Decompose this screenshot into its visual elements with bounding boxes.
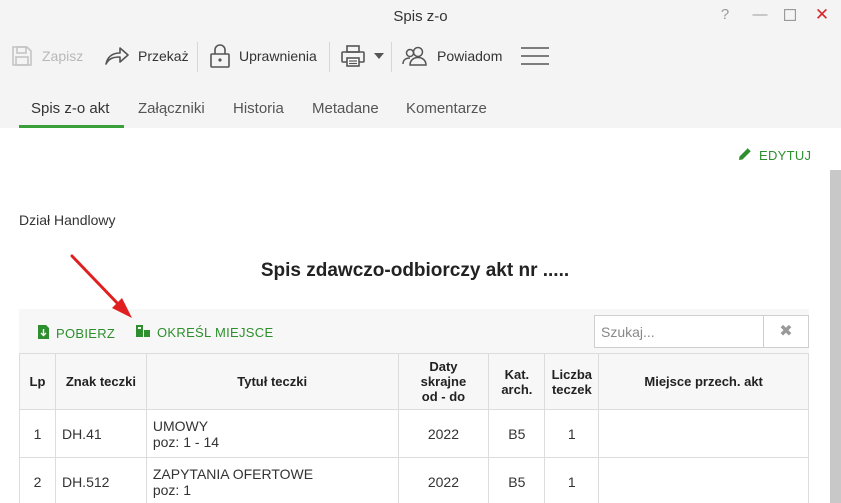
cell-place	[598, 457, 809, 503]
cell-place	[598, 409, 809, 458]
cell-title: UMOWY poz: 1 - 14	[145, 409, 399, 458]
print-dropdown-button[interactable]	[340, 42, 384, 70]
column-header-count[interactable]: Liczba teczek	[544, 353, 600, 410]
table-row[interactable]: 1 DH.41 UMOWY poz: 1 - 14 2022 B5 1	[19, 409, 809, 458]
chevron-down-icon	[374, 52, 384, 60]
toolbar: Zapisz Przekaż Uprawnienia Powiadom	[0, 32, 841, 80]
cell-sign: DH.41	[54, 409, 147, 458]
folder-positions: poz: 1 - 14	[152, 433, 220, 450]
toolbar-separator	[197, 42, 198, 72]
location-icon	[135, 324, 151, 341]
forward-button[interactable]: Przekaż	[104, 42, 189, 70]
search-input[interactable]	[595, 316, 755, 347]
count-header-line: teczek	[551, 381, 592, 397]
set-location-button[interactable]: OKREŚL MIEJSCE	[135, 324, 273, 341]
cell-dates: 2022	[397, 457, 490, 503]
department-name: Dział Handlowy	[19, 212, 116, 228]
dates-header-line: Daty	[429, 359, 458, 374]
tab-spis[interactable]: Spis z-o akt	[31, 100, 109, 117]
cell-dates: 2022	[397, 409, 490, 458]
pencil-icon	[737, 146, 753, 165]
column-header-sign[interactable]: Znak teczki	[54, 353, 147, 410]
table-row[interactable]: 2 DH.512 ZAPYTANIA OFERTOWE poz: 1 2022 …	[19, 457, 809, 503]
permissions-label: Uprawnienia	[239, 48, 317, 64]
column-header-category[interactable]: Kat. arch.	[488, 353, 546, 410]
menu-button[interactable]	[521, 42, 549, 70]
folder-positions: poz: 1	[152, 481, 191, 498]
printer-icon	[340, 44, 366, 68]
cell-count: 1	[544, 457, 600, 503]
search-box	[594, 315, 764, 348]
download-button[interactable]: POBIERZ	[37, 324, 115, 343]
edit-label: EDYTUJ	[759, 148, 812, 163]
download-label: POBIERZ	[56, 326, 116, 341]
cell-title: ZAPYTANIA OFERTOWE poz: 1	[145, 457, 399, 503]
cell-sign: DH.512	[54, 457, 147, 503]
tab-metadata[interactable]: Metadane	[312, 100, 379, 117]
save-button[interactable]: Zapisz	[10, 42, 83, 70]
hamburger-menu-icon	[521, 46, 549, 66]
tab-attachments[interactable]: Załączniki	[138, 100, 205, 117]
cell-lp: 1	[19, 409, 56, 458]
save-label: Zapisz	[42, 48, 84, 64]
document-title: Spis zdawczo-odbiorczy akt nr .....	[260, 260, 570, 281]
vertical-scrollbar[interactable]	[830, 170, 841, 503]
forward-icon	[104, 45, 130, 67]
title-bar: Spis z-o ? — ✕	[0, 0, 841, 32]
category-header-line: arch.	[501, 381, 533, 397]
notify-button[interactable]: Powiadom	[401, 42, 502, 70]
column-header-place[interactable]: Miejsce przech. akt	[598, 353, 809, 410]
minimize-icon[interactable]: —	[750, 5, 770, 25]
tab-comments[interactable]: Komentarze	[406, 100, 487, 117]
toolbar-separator	[329, 42, 330, 72]
permissions-button[interactable]: Uprawnienia	[209, 42, 317, 70]
dates-header-line: od - do	[421, 389, 466, 404]
cell-category: B5	[488, 409, 546, 458]
notify-label: Powiadom	[437, 48, 503, 64]
count-header-line: Liczba	[551, 366, 593, 382]
grid-toolbar: POBIERZ OKREŚL MIEJSCE ✖	[19, 309, 809, 354]
close-icon[interactable]: ✕	[812, 5, 832, 25]
toolbar-separator	[391, 42, 392, 72]
records-table: Lp Znak teczki Tytuł teczki Daty skrajne…	[19, 353, 809, 503]
folder-title: UMOWY	[152, 417, 209, 434]
cell-category: B5	[488, 457, 546, 503]
table-header-row: Lp Znak teczki Tytuł teczki Daty skrajne…	[19, 353, 809, 410]
set-location-label: OKREŚL MIEJSCE	[157, 325, 274, 340]
clear-search-icon[interactable]: ✖	[763, 315, 809, 348]
help-icon[interactable]: ?	[715, 5, 735, 25]
column-header-title[interactable]: Tytuł teczki	[145, 353, 399, 410]
tab-history[interactable]: Historia	[233, 100, 284, 117]
users-icon	[401, 45, 429, 67]
download-file-icon	[37, 324, 50, 343]
column-header-dates[interactable]: Daty skrajne od - do	[397, 353, 490, 410]
maximize-icon[interactable]	[780, 5, 800, 25]
folder-title: ZAPYTANIA OFERTOWE	[152, 465, 314, 482]
cell-lp: 2	[19, 457, 56, 503]
dates-header-line: skrajne	[420, 374, 467, 389]
save-icon	[10, 44, 34, 68]
column-header-lp[interactable]: Lp	[19, 353, 56, 410]
edit-button[interactable]: EDYTUJ	[737, 146, 811, 165]
category-header-line: Kat.	[504, 366, 530, 382]
cell-count: 1	[544, 409, 600, 458]
forward-label: Przekaż	[138, 48, 189, 64]
lock-icon	[209, 43, 231, 69]
tab-bar: Spis z-o akt Załączniki Historia Metadan…	[0, 80, 841, 128]
